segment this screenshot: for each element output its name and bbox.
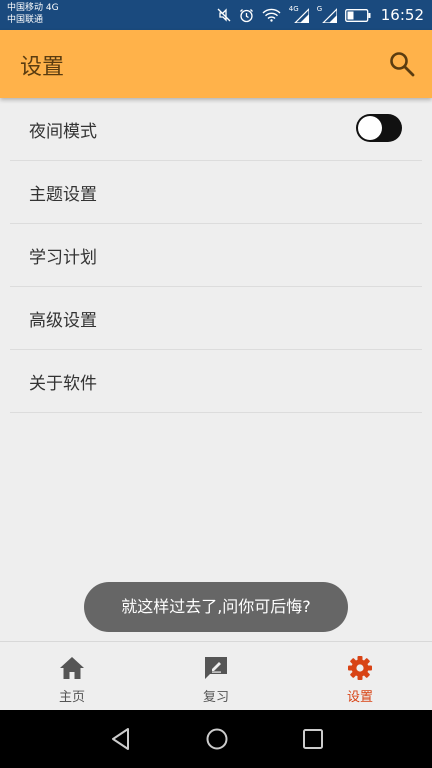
carrier-info: 中国移动 4G 中国联通: [7, 2, 59, 26]
night-mode-toggle[interactable]: [356, 114, 402, 142]
carrier-1: 中国移动 4G: [7, 3, 59, 13]
status-icons: 4G G 16:52: [217, 0, 424, 30]
system-nav-bar: [0, 710, 432, 768]
settings-item-label: 学习计划: [29, 248, 97, 268]
nav-label: 复习: [202, 690, 229, 705]
signal-icon: [293, 8, 309, 23]
nav-label: 主页: [58, 690, 85, 705]
signal-2: G: [317, 5, 337, 23]
back-icon[interactable]: [109, 727, 133, 751]
settings-item-label: 关于软件: [29, 374, 97, 394]
nav-item-review[interactable]: 复习: [144, 642, 288, 711]
toggle-knob: [358, 116, 382, 140]
bottom-nav: 主页 复习 设置: [0, 641, 432, 711]
battery-icon: [344, 8, 371, 22]
settings-list: 夜间模式 主题设置 学习计划 高级设置 关于软件: [10, 98, 422, 413]
review-icon: [205, 657, 227, 679]
search-icon: [390, 52, 415, 77]
status-bar: 中国移动 4G 中国联通 4G G 16:52: [0, 0, 432, 30]
gear-icon: [348, 656, 372, 680]
alarm-icon: [239, 8, 253, 22]
settings-item-night-mode[interactable]: 夜间模式: [10, 98, 422, 161]
toast-message: 就这样过去了,问你可后悔?: [84, 582, 348, 632]
settings-item-theme[interactable]: 主题设置: [10, 161, 422, 224]
carrier-2: 中国联通: [7, 15, 44, 25]
search-button[interactable]: [388, 50, 416, 78]
settings-item-advanced[interactable]: 高级设置: [10, 287, 422, 350]
home-icon: [60, 657, 84, 679]
wifi-icon: [262, 8, 281, 22]
mute-icon: [217, 8, 231, 22]
recents-icon[interactable]: [301, 727, 325, 751]
settings-item-label: 高级设置: [29, 311, 97, 331]
home-circle-icon[interactable]: [205, 727, 229, 751]
clock: 16:52: [380, 6, 424, 24]
signal-icon: [321, 8, 337, 23]
settings-item-study-plan[interactable]: 学习计划: [10, 224, 422, 287]
settings-item-about[interactable]: 关于软件: [10, 350, 422, 413]
nav-item-settings[interactable]: 设置: [288, 642, 432, 711]
nav-item-home[interactable]: 主页: [0, 642, 144, 711]
signal-1: 4G: [289, 5, 309, 23]
app-bar: 设置: [0, 30, 432, 98]
settings-item-label: 夜间模式: [29, 122, 97, 142]
settings-item-label: 主题设置: [29, 185, 97, 205]
nav-label: 设置: [346, 690, 373, 705]
page-title: 设置: [20, 55, 65, 80]
